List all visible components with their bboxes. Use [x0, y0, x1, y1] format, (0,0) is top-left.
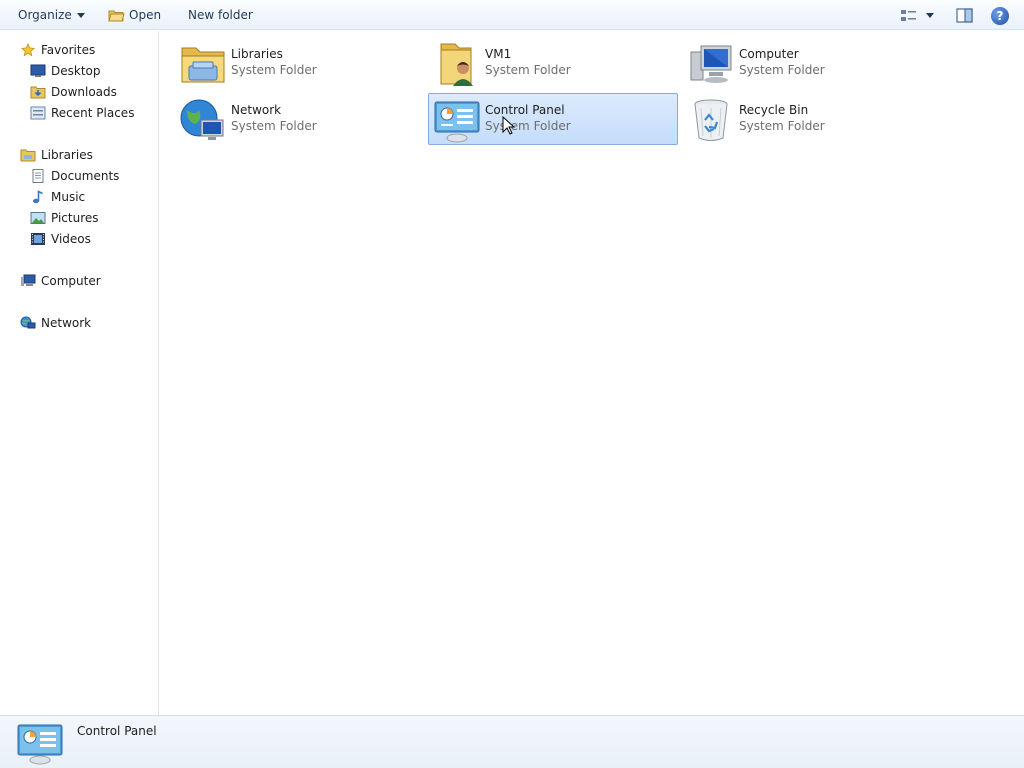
details-view-icon — [901, 9, 916, 21]
item-type: System Folder — [739, 119, 825, 133]
recycle-bin-icon — [694, 99, 728, 141]
change-view-button[interactable] — [900, 0, 934, 30]
nav-label: Network — [41, 316, 92, 330]
details-item-name: Control Panel — [77, 724, 157, 738]
item-name: Control Panel — [485, 103, 565, 117]
network-icon — [20, 316, 36, 328]
item-name: VM1 — [485, 47, 512, 61]
item-computer[interactable]: Computer System Folder — [682, 37, 932, 89]
computer-icon — [690, 45, 732, 83]
nav-label: Desktop — [51, 64, 101, 78]
item-type: System Folder — [739, 63, 825, 77]
open-label: Open — [129, 8, 162, 22]
nav-label: Videos — [51, 232, 91, 246]
preview-pane-button[interactable] — [956, 0, 973, 30]
nav-libraries[interactable]: Libraries — [20, 145, 93, 165]
documents-icon — [32, 168, 44, 183]
nav-item-music[interactable]: Music — [30, 187, 85, 207]
libraries-icon — [20, 149, 36, 161]
item-type: System Folder — [231, 63, 317, 77]
mouse-pointer-icon — [502, 116, 516, 135]
recent-places-icon — [30, 106, 46, 119]
nav-item-desktop[interactable]: Desktop — [30, 61, 101, 81]
nav-label: Music — [51, 190, 86, 204]
help-icon: ? — [991, 6, 1009, 25]
computer-icon — [21, 274, 36, 286]
network-globe-icon — [180, 99, 224, 140]
nav-computer[interactable]: Computer — [20, 271, 101, 291]
chevron-down-icon — [76, 13, 85, 18]
desktop-icon — [30, 64, 46, 77]
nav-label: Favorites — [41, 43, 96, 57]
nav-label: Libraries — [41, 148, 93, 162]
item-type: System Folder — [231, 119, 317, 133]
new-folder-label: New folder — [188, 8, 253, 22]
item-name: Libraries — [231, 47, 283, 61]
new-folder-button[interactable]: New folder — [188, 0, 253, 30]
nav-item-pictures[interactable]: Pictures — [30, 208, 99, 228]
downloads-folder-icon — [30, 86, 46, 98]
user-folder-icon — [440, 43, 473, 86]
control-panel-icon — [17, 724, 63, 765]
star-icon — [21, 42, 35, 56]
nav-item-documents[interactable]: Documents — [30, 166, 119, 186]
libraries-icon — [181, 47, 225, 83]
help-button[interactable]: ? — [991, 0, 1009, 30]
details-pane: Control Panel — [0, 715, 1024, 768]
item-libraries[interactable]: Libraries System Folder — [174, 37, 424, 89]
open-folder-icon — [108, 10, 125, 21]
organize-button[interactable]: Organize — [18, 0, 85, 30]
nav-label: Pictures — [51, 211, 99, 225]
item-type: System Folder — [485, 63, 571, 77]
views-chevron-down-icon[interactable] — [926, 13, 934, 18]
nav-item-recent-places[interactable]: Recent Places — [30, 103, 134, 123]
nav-item-videos[interactable]: Videos — [30, 229, 91, 249]
control-panel-icon — [434, 101, 480, 143]
command-bar: Organize Open New folder ? — [0, 0, 1024, 30]
open-button[interactable]: Open — [108, 0, 161, 30]
nav-favorites[interactable]: Favorites — [20, 40, 95, 60]
nav-item-downloads[interactable]: Downloads — [30, 82, 117, 102]
nav-label: Recent Places — [51, 106, 135, 120]
item-network[interactable]: Network System Folder — [174, 93, 424, 145]
item-name: Computer — [739, 47, 799, 61]
file-list-view: Libraries System Folder VM1 System Folde… — [160, 31, 1024, 715]
nav-label: Computer — [41, 274, 101, 288]
videos-icon — [31, 232, 45, 245]
item-type: System Folder — [485, 119, 571, 133]
item-name: Network — [231, 103, 282, 117]
preview-pane-icon — [956, 8, 973, 23]
music-icon — [33, 189, 43, 203]
item-control-panel[interactable]: Control Panel System Folder — [428, 93, 678, 145]
navigation-pane: Favorites Desktop Downloads Recent Place… — [0, 31, 159, 715]
organize-label: Organize — [18, 8, 72, 22]
pictures-icon — [30, 211, 46, 224]
nav-label: Documents — [51, 169, 120, 183]
item-vm1[interactable]: VM1 System Folder — [428, 37, 678, 89]
nav-network[interactable]: Network — [20, 313, 91, 333]
nav-label: Downloads — [51, 85, 117, 99]
item-name: Recycle Bin — [739, 103, 809, 117]
item-recycle-bin[interactable]: Recycle Bin System Folder — [682, 93, 932, 145]
